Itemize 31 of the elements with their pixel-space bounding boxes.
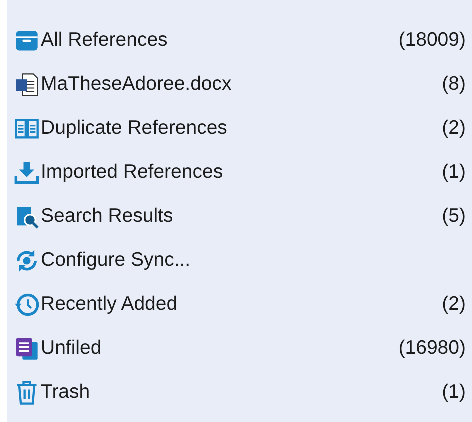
group-label: Search Results <box>41 204 174 230</box>
group-count: (2) <box>442 292 466 318</box>
group-item[interactable]: Duplicate References (2) <box>14 107 466 151</box>
group-label: Configure Sync... <box>41 248 192 274</box>
group-count: (18009) <box>398 28 466 54</box>
group-count: (1) <box>442 380 466 406</box>
group-count: (8) <box>442 72 466 98</box>
group-item[interactable]: Unfiled (16980) <box>14 327 466 371</box>
group-item[interactable]: Recently Added (2) <box>14 283 466 327</box>
group-label: Recently Added <box>41 292 179 318</box>
group-label: Unfiled <box>41 336 103 362</box>
clock-icon <box>14 292 40 318</box>
group-label: Trash <box>41 380 92 406</box>
group-item[interactable]: Search Results (5) <box>14 195 466 239</box>
group-label: MaTheseAdoree.docx <box>41 72 233 98</box>
group-count: (2) <box>442 116 466 142</box>
group-count: (16980) <box>398 336 466 362</box>
document-icon <box>14 72 40 98</box>
group-item[interactable]: Trash (1) <box>14 371 466 415</box>
group-item[interactable]: All References (18009) <box>14 19 466 63</box>
group-label: All References <box>41 28 169 54</box>
sync-icon <box>14 248 40 274</box>
group-label: Imported References <box>41 160 224 186</box>
notebook-icon <box>14 336 40 362</box>
group-item[interactable]: MaTheseAdoree.docx (8) <box>14 63 466 107</box>
group-count: (5) <box>442 204 466 230</box>
download-icon <box>14 160 40 186</box>
group-item[interactable]: Configure Sync... <box>14 239 466 283</box>
group-item[interactable]: Imported References (1) <box>14 151 466 195</box>
group-count: (1) <box>442 160 466 186</box>
group-label: Duplicate References <box>41 116 228 142</box>
